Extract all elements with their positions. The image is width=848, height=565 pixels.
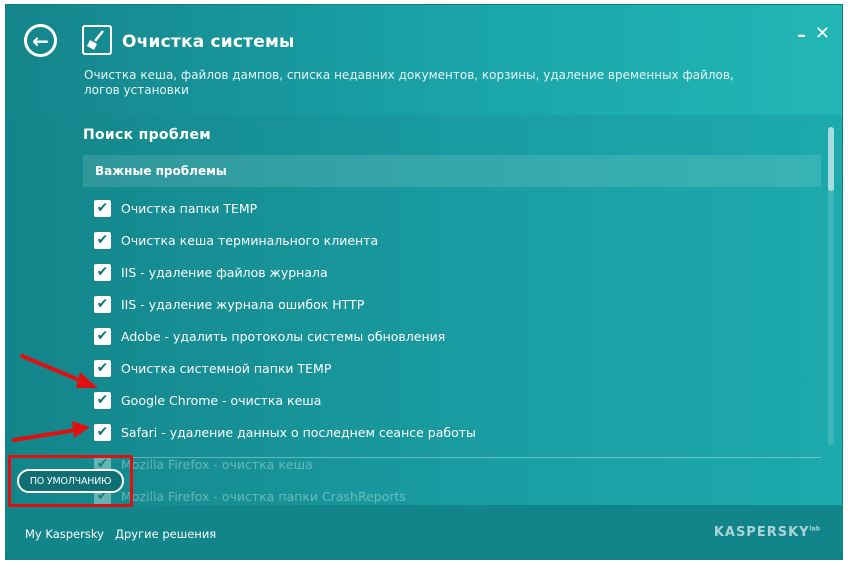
problem-list: ✔ Очистка папки TEMP ✔ Очистка кеша терм… <box>94 192 814 505</box>
window-header: ← Очистка системы – ✕ Очистка кеша, файл… <box>6 5 842 115</box>
close-button[interactable]: ✕ <box>815 25 830 43</box>
list-item[interactable]: ✔ Safari - удаление данных о последнем с… <box>94 416 814 448</box>
item-label: Очистка системной папки TEMP <box>121 360 332 376</box>
brand-suffix: lab <box>809 525 820 533</box>
checkbox[interactable]: ✔ <box>94 231 111 249</box>
checkbox[interactable]: ✔ <box>94 423 111 441</box>
footer: My Kaspersky Другие решения KASPERSKYlab <box>6 505 842 559</box>
list-item[interactable]: ✔ Google Chrome - очистка кеша <box>94 384 814 416</box>
item-label: Очистка кеша терминального клиента <box>121 232 379 248</box>
checkbox[interactable]: ✔ <box>94 295 111 313</box>
item-label: Mozilla Firefox - очистка кеша <box>121 456 313 472</box>
item-label: IIS - удаление файлов журнала <box>121 264 328 280</box>
list-item[interactable]: ✔ Очистка папки TEMP <box>94 192 814 224</box>
list-item[interactable]: ✔ IIS - удаление файлов журнала <box>94 256 814 288</box>
item-label: Очистка папки TEMP <box>121 200 258 216</box>
list-item[interactable]: ✔ Mozilla Firefox - очистка папки CrashR… <box>94 480 814 505</box>
checkbox[interactable]: ✔ <box>94 391 111 409</box>
minimize-button[interactable]: – <box>797 27 806 45</box>
brand-name: KASPERSKY <box>713 525 810 540</box>
window-subtitle: Очистка кеша, файлов дампов, списка неда… <box>84 68 734 97</box>
list-item[interactable]: ✔ Очистка системной папки TEMP <box>94 352 814 384</box>
scrollbar[interactable] <box>828 127 834 445</box>
my-kaspersky-link[interactable]: My Kaspersky <box>25 527 104 541</box>
section-title: Поиск проблем <box>83 127 211 143</box>
item-label: Mozilla Firefox - очистка папки CrashRep… <box>121 488 406 504</box>
checkbox[interactable]: ✔ <box>94 263 111 281</box>
scroll-thumb[interactable] <box>828 127 834 191</box>
back-button[interactable]: ← <box>24 24 57 57</box>
checkbox[interactable]: ✔ <box>94 199 111 217</box>
group-header: Важные проблемы <box>83 155 821 187</box>
list-item[interactable]: ✔ Adobe - удалить протоколы системы обно… <box>94 320 814 352</box>
window-title: Очистка системы <box>122 32 295 52</box>
default-button[interactable]: ПО УМОЛЧАНИЮ <box>17 469 124 493</box>
list-item[interactable]: ✔ IIS - удаление журнала ошибок HTTP <box>94 288 814 320</box>
checkbox[interactable]: ✔ <box>94 327 111 345</box>
item-label: Google Chrome - очистка кеша <box>121 392 322 408</box>
list-item[interactable]: ✔ Очистка кеша терминального клиента <box>94 224 814 256</box>
annotation-arrow-icon <box>12 421 90 442</box>
kaspersky-logo: KASPERSKYlab <box>714 525 820 540</box>
arrow-left-icon: ← <box>32 28 49 53</box>
item-label: IIS - удаление журнала ошибок HTTP <box>121 296 365 312</box>
item-label: Adobe - удалить протоколы системы обновл… <box>121 328 446 344</box>
divider <box>83 457 821 458</box>
annotation-arrow-icon <box>20 354 98 388</box>
list-item[interactable]: ✔ Mozilla Firefox - очистка кеша <box>94 448 814 480</box>
other-solutions-link[interactable]: Другие решения <box>115 527 216 541</box>
item-label: Safari - удаление данных о последнем сеа… <box>121 424 476 440</box>
broom-icon <box>82 25 112 55</box>
problems-panel: Поиск проблем Важные проблемы ✔ Очистка … <box>6 115 842 505</box>
